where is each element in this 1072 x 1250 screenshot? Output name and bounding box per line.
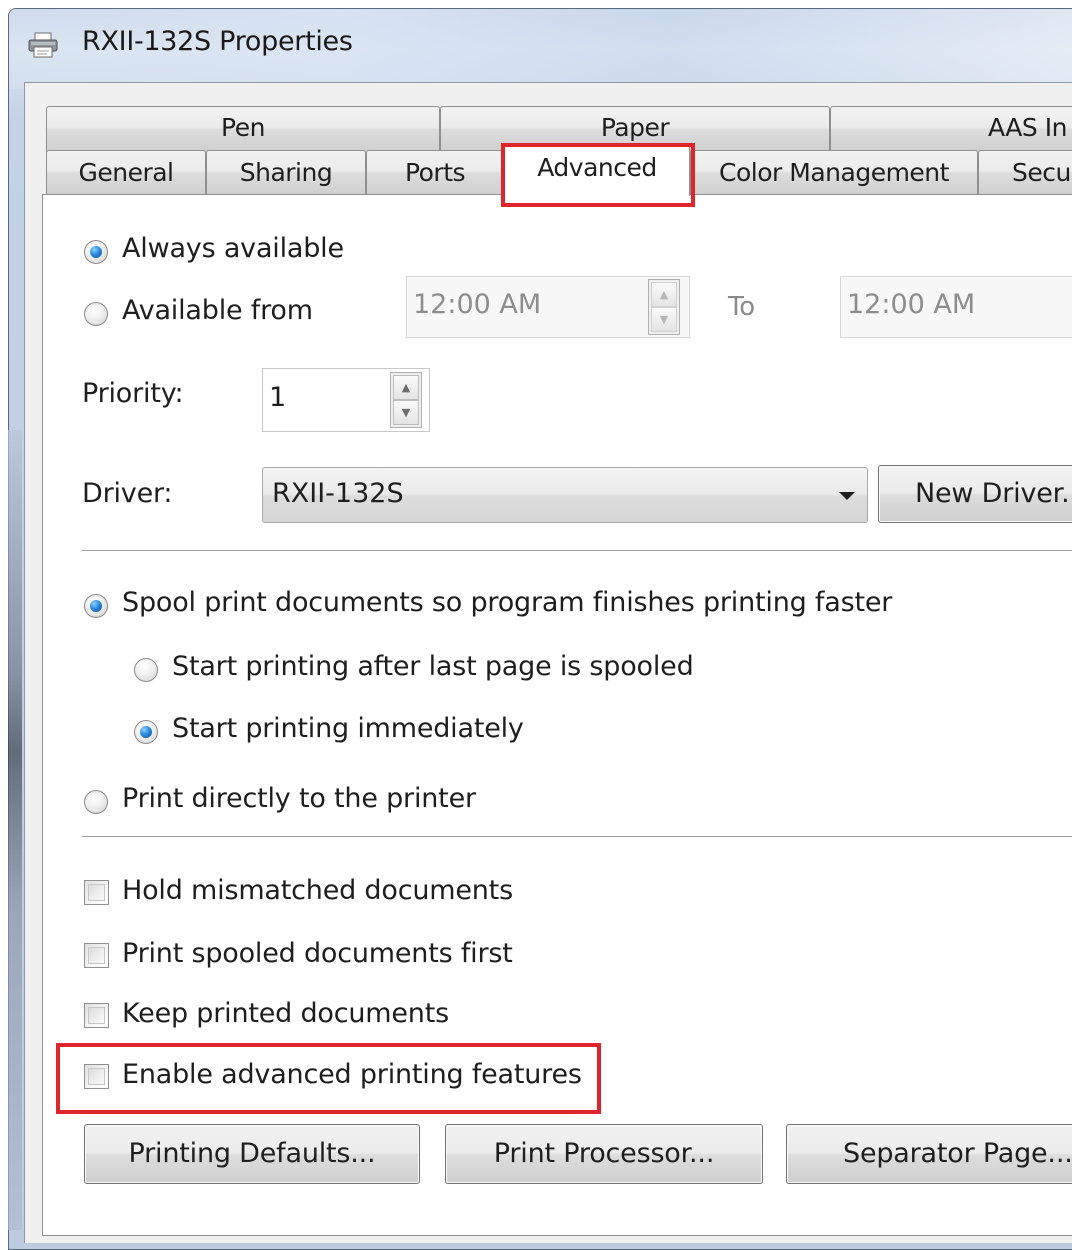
available-from-radio[interactable]: [84, 302, 108, 326]
separator: [82, 550, 1072, 552]
tab-sharing[interactable]: Sharing: [206, 150, 366, 195]
printer-icon: [28, 32, 58, 58]
start-immediately-label: Start printing immediately: [172, 713, 524, 744]
window-title: RXII-132S Properties: [82, 26, 353, 57]
advanced-features-highlight: [56, 1043, 601, 1114]
start-after-last-page-radio[interactable]: [134, 658, 158, 682]
print-spooled-first-checkbox[interactable]: [84, 943, 109, 968]
keep-printed-label: Keep printed documents: [122, 998, 449, 1029]
spin-up-icon[interactable]: ▲: [651, 282, 677, 307]
print-directly-label: Print directly to the printer: [122, 783, 476, 814]
available-from-label: Available from: [122, 295, 313, 326]
from-time-spinner[interactable]: ▲ ▼: [648, 279, 680, 335]
print-processor-button[interactable]: Print Processor...: [445, 1124, 763, 1184]
print-spooled-first-label: Print spooled documents first: [122, 938, 513, 969]
always-available-label: Always available: [122, 233, 344, 264]
tab-label: Color Management: [719, 158, 949, 187]
driver-select-value: RXII-132S: [272, 478, 404, 509]
printing-defaults-button[interactable]: Printing Defaults...: [84, 1124, 420, 1184]
tab-label: Pen: [221, 113, 265, 142]
tab-color-management[interactable]: Color Management: [690, 150, 978, 195]
spool-documents-radio[interactable]: [84, 594, 108, 618]
tab-label: Ports: [404, 158, 466, 187]
to-label: To: [728, 292, 755, 322]
new-driver-button[interactable]: New Driver.: [878, 465, 1072, 523]
tab-label: General: [78, 158, 174, 187]
hold-mismatched-checkbox[interactable]: [84, 880, 109, 905]
start-immediately-radio[interactable]: [134, 720, 158, 744]
print-directly-radio[interactable]: [84, 790, 108, 814]
priority-spinner[interactable]: ▲ ▼: [390, 372, 422, 428]
spin-down-icon[interactable]: ▼: [393, 400, 419, 425]
tab-label: Secu: [1012, 158, 1071, 187]
tab-pen[interactable]: Pen: [46, 106, 440, 152]
tab-ports[interactable]: Ports: [366, 150, 504, 195]
separator-page-button[interactable]: Separator Page...: [786, 1124, 1072, 1184]
start-after-last-page-label: Start printing after last page is spoole…: [172, 651, 694, 682]
driver-select[interactable]: RXII-132S: [262, 467, 868, 523]
hold-mismatched-label: Hold mismatched documents: [122, 875, 513, 906]
advanced-tab-highlight: [501, 143, 695, 207]
spin-up-icon[interactable]: ▲: [393, 375, 419, 400]
tab-label: AAS In: [988, 113, 1067, 142]
available-to-time-input[interactable]: 12:00 AM: [840, 276, 1072, 338]
tab-label: Paper: [600, 113, 670, 142]
tab-label: Sharing: [239, 158, 333, 187]
tab-security[interactable]: Secu: [978, 150, 1072, 195]
window-edge-shadow: [8, 430, 22, 1230]
spool-documents-label: Spool print documents so program finishe…: [122, 587, 893, 618]
tab-aas-info[interactable]: AAS In: [830, 106, 1072, 152]
tab-general[interactable]: General: [46, 150, 206, 195]
separator: [82, 836, 1072, 838]
always-available-radio[interactable]: [84, 240, 108, 264]
priority-label: Priority:: [82, 378, 184, 409]
driver-label: Driver:: [82, 478, 173, 509]
keep-printed-checkbox[interactable]: [84, 1003, 109, 1028]
spin-down-icon[interactable]: ▼: [651, 307, 677, 332]
chevron-down-icon: [839, 492, 855, 500]
